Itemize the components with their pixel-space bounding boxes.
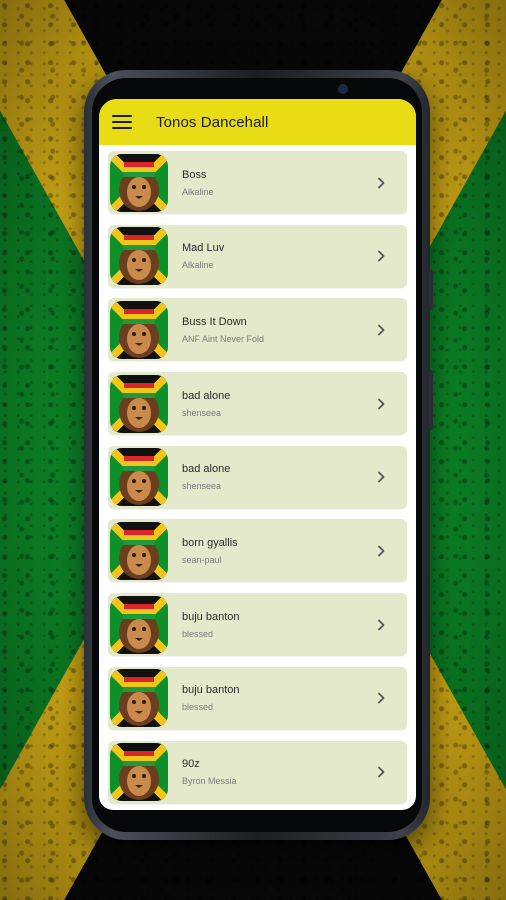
list-item[interactable]: buju banton blessed xyxy=(108,593,407,657)
page-title: Tonos Dancehall xyxy=(156,113,269,131)
list-item[interactable]: 90z Byron Messia xyxy=(108,740,407,804)
chevron-right-icon[interactable] xyxy=(371,173,391,193)
song-title: 90z xyxy=(182,758,200,770)
song-artist: blessed xyxy=(182,628,214,639)
app-screen: Tonos Dancehall Boss Alkaline Mad Luv Al… xyxy=(99,99,416,810)
song-title: Boss xyxy=(182,168,207,181)
song-artist: sean-paul xyxy=(182,554,222,565)
song-artist: shenseea xyxy=(182,481,222,492)
rasta-lion-icon xyxy=(110,448,168,507)
chevron-right-icon[interactable] xyxy=(371,394,391,414)
list-item[interactable]: Buss It Down ANF Aint Never Fold xyxy=(108,298,407,362)
song-title: buju banton xyxy=(182,610,240,623)
rasta-lion-icon xyxy=(110,595,168,654)
rasta-lion-icon xyxy=(110,669,168,728)
song-artist: Alkaline xyxy=(182,260,214,271)
app-bar: Tonos Dancehall xyxy=(99,99,416,145)
chevron-right-icon[interactable] xyxy=(371,246,391,266)
list-item[interactable]: bad alone shenseea xyxy=(108,372,407,436)
list-item[interactable]: buju banton blessed xyxy=(108,666,407,730)
song-title: buju banton xyxy=(182,684,240,697)
song-artist: blessed xyxy=(182,702,214,713)
hamburger-menu-icon[interactable] xyxy=(112,115,132,129)
chevron-right-icon[interactable] xyxy=(371,615,391,635)
chevron-right-icon[interactable] xyxy=(371,762,391,782)
song-title: bad alone xyxy=(182,463,231,476)
song-title: born gyallis xyxy=(182,536,238,549)
rasta-lion-icon xyxy=(110,300,168,359)
list-item[interactable]: Boss Alkaline xyxy=(108,151,407,214)
song-title: Buss It Down xyxy=(182,315,247,328)
rasta-lion-icon xyxy=(110,374,168,433)
list-item[interactable]: Mad Luv Alkaline xyxy=(108,224,407,288)
song-artist: Byron Messia xyxy=(182,776,237,786)
song-list: Boss Alkaline Mad Luv Alkaline Buss It D… xyxy=(108,151,407,810)
list-item[interactable]: born gyallis sean-paul xyxy=(108,519,407,583)
song-artist: Alkaline xyxy=(182,186,214,197)
rasta-lion-icon xyxy=(110,521,168,580)
rasta-lion-icon xyxy=(110,153,168,212)
chevron-right-icon[interactable] xyxy=(371,320,391,340)
list-item[interactable]: bad alone shenseea xyxy=(108,445,407,509)
song-title: Mad Luv xyxy=(182,242,225,255)
rasta-lion-icon xyxy=(110,227,168,286)
song-title: bad alone xyxy=(182,389,231,402)
rasta-lion-icon xyxy=(110,743,168,801)
chevron-right-icon[interactable] xyxy=(371,688,391,708)
song-artist: shenseea xyxy=(182,407,222,418)
chevron-right-icon[interactable] xyxy=(371,467,391,487)
front-camera xyxy=(338,84,348,94)
song-artist: ANF Aint Never Fold xyxy=(182,333,265,344)
chevron-right-icon[interactable] xyxy=(371,541,391,561)
